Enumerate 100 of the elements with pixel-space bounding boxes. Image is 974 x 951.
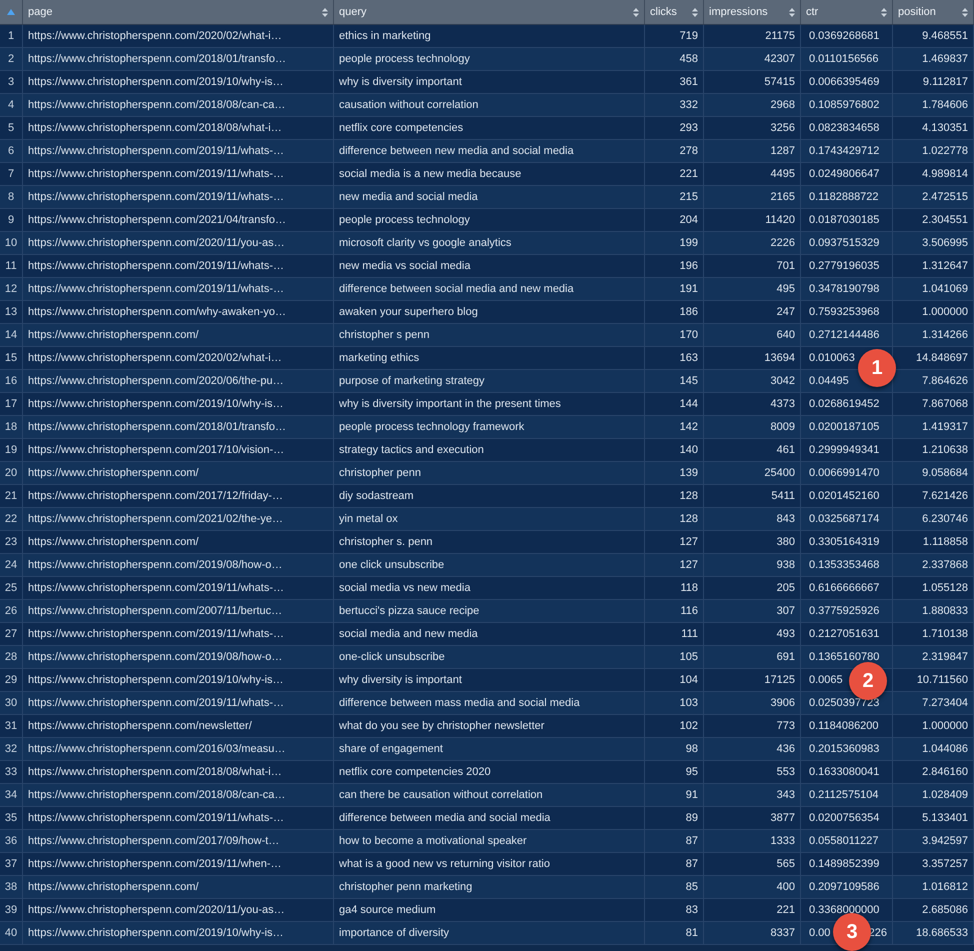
table-cell: 103 (645, 692, 704, 714)
table-cell: yin metal ox (334, 508, 645, 530)
sort-icon[interactable] (789, 8, 795, 16)
table-cell: 1.000000 (893, 301, 974, 323)
row-number: 15 (0, 347, 23, 369)
row-number: 28 (0, 646, 23, 668)
table-cell: 1.312647 (893, 255, 974, 277)
table-cell: 380 (704, 531, 801, 553)
row-number: 9 (0, 209, 23, 231)
row-number: 23 (0, 531, 23, 553)
table-cell: 1.055128 (893, 577, 974, 599)
table-cell: https://www.christopherspenn.com/2007/11/bertuc… (23, 600, 334, 622)
row-number: 16 (0, 370, 23, 392)
table-cell: social media and new media (334, 623, 645, 645)
table-cell: 4495 (704, 163, 801, 185)
table-cell: 98 (645, 738, 704, 760)
table-cell: 95 (645, 761, 704, 783)
table-cell: https://www.christopherspenn.com/2018/08/can-ca… (23, 94, 334, 116)
table-cell: 2165 (704, 186, 801, 208)
table-cell: 2.337868 (893, 554, 974, 576)
table-cell: https://www.christopherspenn.com/ (23, 876, 334, 898)
table-cell: 87 (645, 853, 704, 875)
sort-ascending-icon[interactable] (7, 9, 15, 15)
table-cell: causation without correlation (334, 94, 645, 116)
table-cell: 204 (645, 209, 704, 231)
row-number: 8 (0, 186, 23, 208)
table-cell: 186 (645, 301, 704, 323)
table-cell: 102 (645, 715, 704, 737)
table-cell: 11420 (704, 209, 801, 231)
table-cell: 2.304551 (893, 209, 974, 231)
table-cell: https://www.christopherspenn.com/2021/04/transfo… (23, 209, 334, 231)
table-cell: one-click unsubscribe (334, 646, 645, 668)
table-cell: 493 (704, 623, 801, 645)
table-cell: 553 (704, 761, 801, 783)
table-cell: 4.989814 (893, 163, 974, 185)
sort-icon[interactable] (692, 8, 698, 16)
table-cell: 1.880833 (893, 600, 974, 622)
column-header[interactable]: impressions (704, 0, 801, 24)
table-cell: diy sodastream (334, 485, 645, 507)
column-header[interactable]: query (334, 0, 645, 24)
table-cell-text: 0.0823834658 (809, 120, 880, 136)
table-cell: https://www.christopherspenn.com/2020/02/what-i… (23, 347, 334, 369)
table-cell: 3.357257 (893, 853, 974, 875)
row-number: 27 (0, 623, 23, 645)
sort-icon[interactable] (962, 8, 968, 16)
table-cell-text: 0.1182888722 (809, 190, 879, 205)
table-cell-text: 0.2712144486 (809, 328, 880, 343)
table-cell: people process technology framework (334, 416, 645, 438)
table-cell: 81 (645, 922, 704, 944)
table-cell: https://www.christopherspenn.com/2019/10/why-is… (23, 393, 334, 415)
table-cell: christopher s penn (334, 324, 645, 346)
table-cell: 400 (704, 876, 801, 898)
table-cell: 1.710138 (893, 623, 974, 645)
table-cell: https://www.christopherspenn.com/2018/08/what-i… (23, 117, 334, 139)
table-cell: 1287 (704, 140, 801, 162)
table-cell: 4.130351 (893, 117, 974, 139)
column-header[interactable]: position (893, 0, 974, 24)
table-cell: https://www.christopherspenn.com/2019/08/how-o… (23, 646, 334, 668)
sort-icon[interactable] (322, 8, 328, 16)
table-cell: 17125 (704, 669, 801, 691)
table-cell: social media vs new media (334, 577, 645, 599)
table-cell: netflix core competencies 2020 (334, 761, 645, 783)
column-header[interactable]: page (23, 0, 334, 24)
table-cell-text: 0.0110156566 (809, 52, 879, 67)
table-cell: 127 (645, 554, 704, 576)
table-cell-text: 0.0249806647 (809, 166, 880, 182)
table-cell-text: 0.1353353468 (809, 558, 880, 573)
table-cell: https://www.christopherspenn.com/2020/11/you-as… (23, 232, 334, 254)
table-cell: share of engagement (334, 738, 645, 760)
table-cell-text: 0.3478190798 (809, 282, 880, 297)
table-cell: 9.468551 (893, 25, 974, 47)
table-cell: difference between social media and new media (334, 278, 645, 300)
table-cell: why is diversity important (334, 71, 645, 93)
table-cell: 461 (704, 439, 801, 461)
table-cell: 1.041069 (893, 278, 974, 300)
table-cell: strategy tactics and execution (334, 439, 645, 461)
table-cell: 843 (704, 508, 801, 530)
table-cell: 10.711560 (893, 669, 974, 691)
table-cell: 436 (704, 738, 801, 760)
table-cell-text: 0.1184086200 (809, 718, 879, 734)
table-cell: 458 (645, 48, 704, 70)
table-cell: 7.621426 (893, 485, 974, 507)
table-cell: difference between new media and social media (334, 140, 645, 162)
table-cell: https://www.christopherspenn.com/2019/11/whats-… (23, 278, 334, 300)
sort-icon[interactable] (881, 8, 887, 16)
column-header[interactable]: clicks (645, 0, 704, 24)
row-number: 32 (0, 738, 23, 760)
table-cell: 105 (645, 646, 704, 668)
sort-icon[interactable] (633, 8, 639, 16)
row-number: 2 (0, 48, 23, 70)
table-cell: 116 (645, 600, 704, 622)
table-cell-text: 0.0065 (809, 672, 843, 688)
table-cell: 144 (645, 393, 704, 415)
column-header[interactable]: ctr (801, 0, 893, 24)
table-cell: 1.419317 (893, 416, 974, 438)
table-cell: https://www.christopherspenn.com/2019/11/whats-… (23, 163, 334, 185)
table-cell: 938 (704, 554, 801, 576)
row-number: 7 (0, 163, 23, 185)
table-cell: 1.118858 (893, 531, 974, 553)
table-cell: 278 (645, 140, 704, 162)
